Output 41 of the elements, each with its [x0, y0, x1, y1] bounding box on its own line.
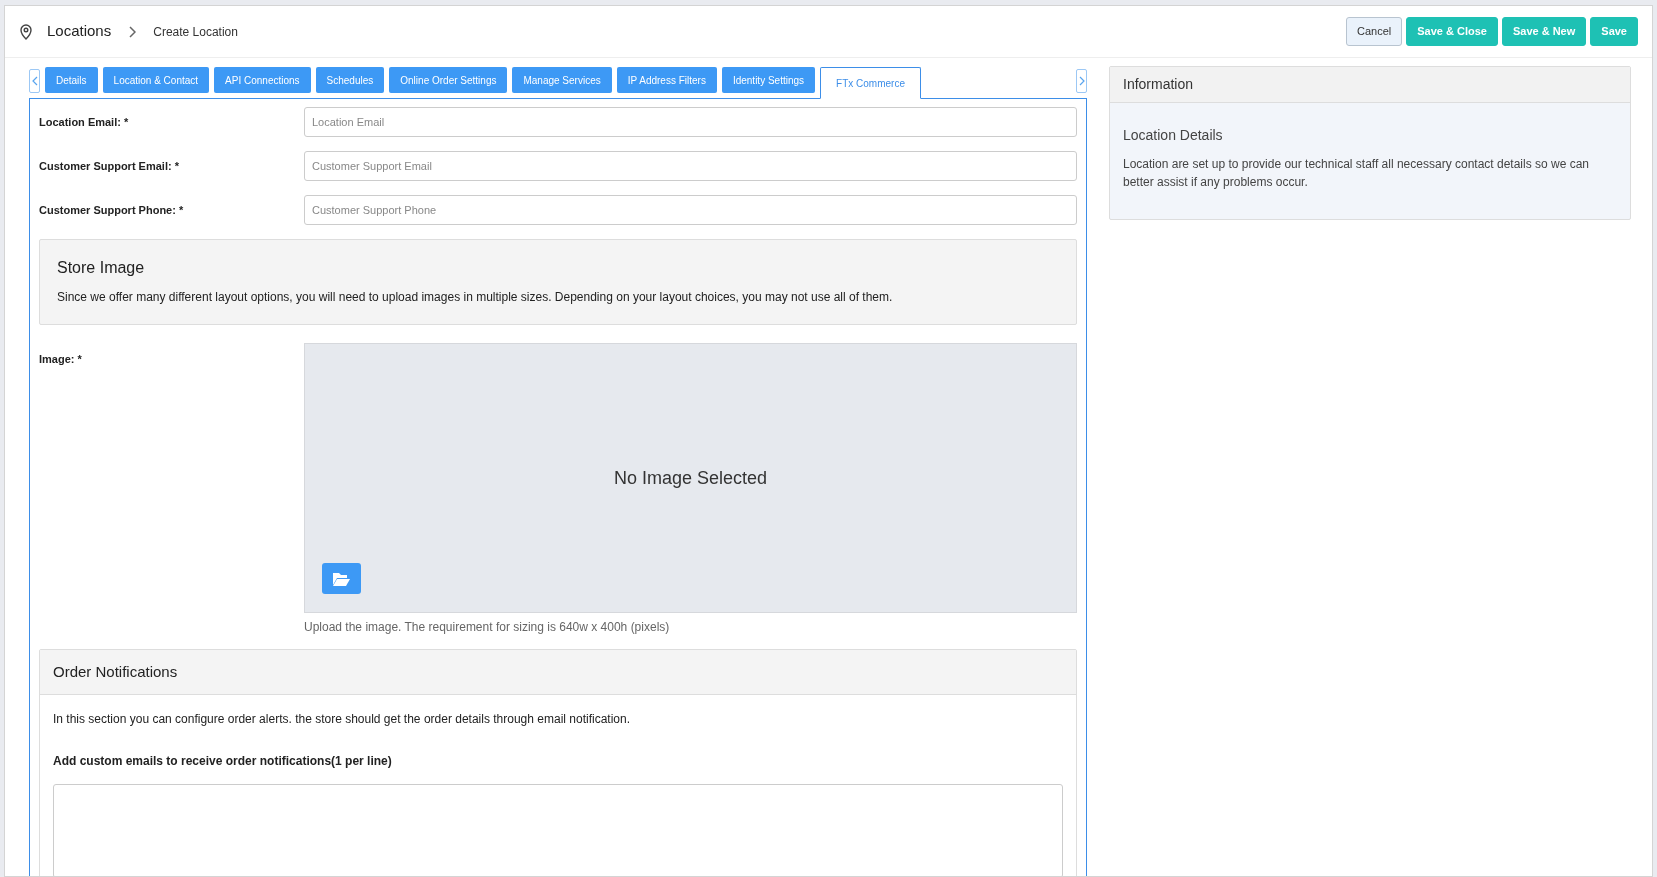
field-label: Add custom emails to receive order notifications(1 per line) — [53, 753, 393, 770]
save-button[interactable]: Save & Close — [1406, 17, 1498, 46]
save-button[interactable]: Save — [1590, 17, 1638, 46]
tab[interactable]: Schedules — [315, 67, 385, 93]
section-title: Store Image — [57, 258, 146, 278]
tab[interactable]: Online Order Settings — [389, 67, 508, 93]
tab[interactable]: Details — [45, 67, 98, 93]
info-text: Location are set up to provide our technical staff all necessary contact details so we can better assist if any problems occur. — [1123, 156, 1591, 191]
info-heading: Location Details — [1123, 126, 1224, 145]
browse-button[interactable] — [322, 563, 361, 594]
empty-image-text: No Image Selected — [613, 466, 768, 490]
section-title: Order Notifications — [53, 661, 178, 682]
input-field[interactable]: Customer Support Phone — [304, 195, 1077, 225]
tab[interactable]: Identity Settings — [721, 67, 816, 93]
tab[interactable]: Manage Services — [512, 67, 612, 93]
field-label: Image: * — [39, 352, 83, 367]
panel-title: Information — [1123, 75, 1194, 94]
tab[interactable]: FTx Commerce — [820, 67, 921, 99]
map-pin-icon — [19, 23, 33, 40]
save-button[interactable]: Save & New — [1501, 17, 1587, 46]
section-description: In this section you can configure order alerts. the store should get the order details through email notification. — [53, 711, 631, 728]
input-field[interactable]: Customer Support Email — [304, 151, 1077, 181]
input-field[interactable]: Location Email — [304, 107, 1077, 137]
cancel-button[interactable]: Cancel — [1345, 17, 1403, 46]
tab[interactable]: API Connections — [214, 67, 311, 93]
page-title: Locations — [47, 21, 112, 42]
tab[interactable]: Location & Contact — [102, 67, 210, 93]
tab[interactable]: IP Address Filters — [616, 67, 717, 93]
field-label: Customer Support Phone: * — [39, 203, 185, 218]
image-dropzone[interactable]: No Image Selected — [304, 343, 1077, 613]
folder-icon — [332, 571, 351, 586]
help-text: Upload the image. The requirement for sizing is 640w x 400h (pixels) — [304, 619, 671, 636]
field-label: Customer Support Email: * — [39, 159, 180, 174]
chevron-left-icon — [31, 76, 38, 86]
field-label: Location Email: * — [39, 115, 130, 130]
chevron-right-icon — [128, 25, 137, 38]
section-description: Since we offer many different layout options, you will need to upload images in multiple sizes. Depending on your layout choices, you may not use all of them. — [57, 289, 894, 306]
breadcrumb-current: Create Location — [153, 23, 238, 41]
scroll-right-button[interactable] — [1076, 69, 1087, 93]
scroll-left-button[interactable] — [29, 69, 40, 93]
chevron-right-icon — [1078, 76, 1085, 86]
